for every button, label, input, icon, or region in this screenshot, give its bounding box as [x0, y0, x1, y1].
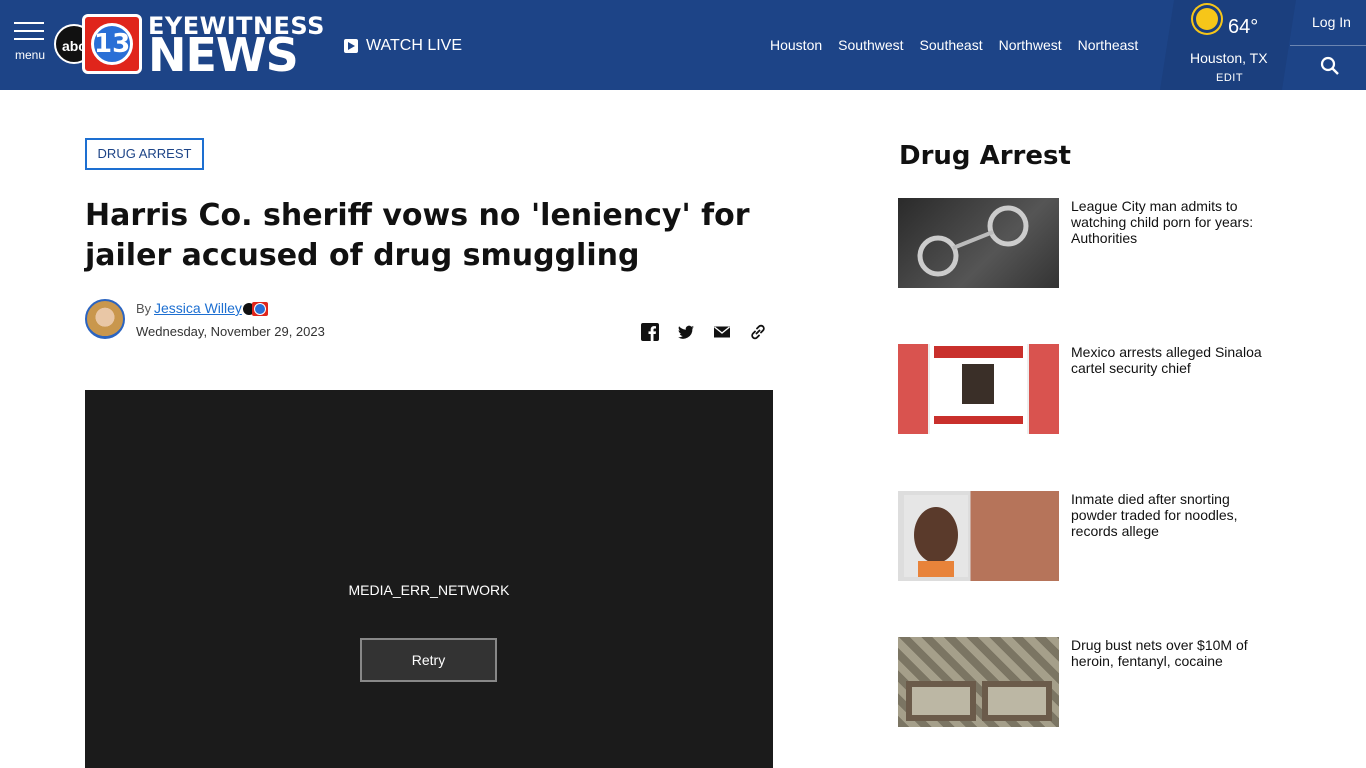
channel-number: 13 — [91, 23, 133, 65]
weather-widget[interactable]: 64° Houston, TX EDIT — [1160, 0, 1296, 90]
sun-icon — [1196, 8, 1218, 30]
story-headline: League City man admits to watching child… — [1071, 198, 1254, 246]
story-thumbnail — [898, 344, 1059, 434]
watch-live-link[interactable]: WATCH LIVE — [344, 37, 462, 55]
share-bar — [641, 323, 767, 341]
region-nav: Houston Southwest Southeast Northwest No… — [762, 37, 1146, 53]
sidebar-story[interactable]: Mexico arrests alleged Sinaloa cartel se… — [898, 344, 1278, 436]
story-thumbnail — [898, 198, 1059, 288]
menu-button[interactable]: menu — [12, 22, 48, 66]
story-headline: Drug bust nets over $10M of heroin, fent… — [1071, 637, 1248, 669]
byline: By Jessica Willey Wednesday, November 29… — [85, 299, 775, 343]
story-headline: Inmate died after snorting powder traded… — [1071, 491, 1238, 539]
play-icon — [344, 39, 358, 53]
player-error-message: MEDIA_ERR_NETWORK — [348, 582, 510, 598]
region-link-southeast[interactable]: Southeast — [912, 37, 991, 53]
sidebar-story[interactable]: Inmate died after snorting powder traded… — [898, 491, 1278, 583]
account-area: Log In — [1290, 0, 1366, 90]
menu-label: menu — [15, 48, 46, 62]
region-link-houston[interactable]: Houston — [762, 37, 830, 53]
login-link[interactable]: Log In — [1312, 14, 1351, 30]
hamburger-icon-bar — [14, 30, 44, 32]
hamburger-icon-bar — [14, 38, 44, 40]
sidebar-story[interactable]: Drug bust nets over $10M of heroin, fent… — [898, 637, 1278, 729]
watch-live-label: WATCH LIVE — [366, 37, 463, 54]
divider — [1290, 45, 1366, 46]
story-headline: Mexico arrests alleged Sinaloa cartel se… — [1071, 344, 1262, 376]
facebook-icon[interactable] — [641, 323, 659, 341]
publish-date: Wednesday, November 29, 2023 — [136, 324, 325, 339]
story-thumbnail — [898, 637, 1059, 727]
sidebar-title: Drug Arrest — [899, 141, 1071, 171]
by-label: By — [136, 301, 152, 316]
region-link-southwest[interactable]: Southwest — [830, 37, 911, 53]
weather-temperature: 64° — [1228, 16, 1259, 38]
logo-news-text: NEWS — [148, 28, 299, 82]
category-tag[interactable]: DRUG ARREST — [85, 138, 204, 170]
sidebar-story[interactable]: League City man admits to watching child… — [898, 198, 1278, 290]
weather-city: Houston, TX — [1190, 50, 1268, 66]
search-icon[interactable] — [1320, 56, 1340, 76]
station-logo-icon — [243, 301, 269, 317]
hamburger-icon — [14, 22, 44, 24]
site-logo[interactable]: abc 13 EYEWITNESS NEWS — [54, 12, 324, 82]
author-link[interactable]: Jessica Willey — [154, 300, 242, 316]
twitter-icon[interactable] — [677, 323, 695, 341]
region-link-northeast[interactable]: Northeast — [1070, 37, 1147, 53]
site-header: menu abc 13 EYEWITNESS NEWS WATCH LIVE H… — [0, 0, 1366, 90]
email-icon[interactable] — [713, 323, 731, 341]
article-headline: Harris Co. sheriff vows no 'leniency' fo… — [85, 198, 750, 273]
region-link-northwest[interactable]: Northwest — [991, 37, 1070, 53]
author-avatar — [85, 299, 125, 339]
link-icon[interactable] — [749, 323, 767, 341]
channel-13-logo: 13 — [82, 14, 142, 74]
story-thumbnail — [898, 491, 1059, 581]
retry-button[interactable]: Retry — [360, 638, 497, 682]
video-player[interactable]: MEDIA_ERR_NETWORK Retry — [85, 390, 773, 768]
weather-edit-link[interactable]: EDIT — [1216, 72, 1243, 84]
